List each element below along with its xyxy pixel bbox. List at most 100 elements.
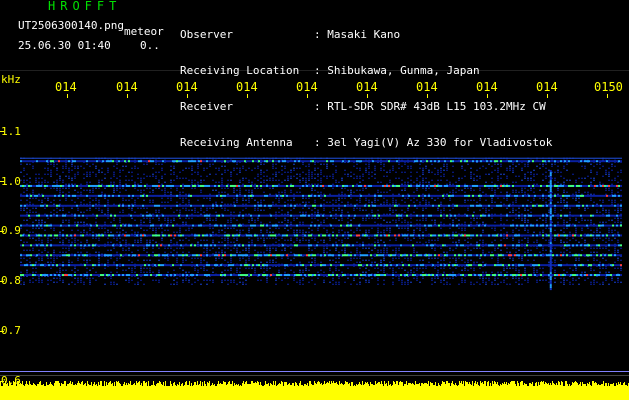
meteor-streak-segment xyxy=(549,214,552,217)
meteor-streak-segment xyxy=(549,216,552,219)
signal-band xyxy=(20,234,622,237)
info-value: : RTL-SDR SDR# 43dB L15 103.2MHz CW xyxy=(314,100,546,113)
meteor-streak-segment xyxy=(549,266,552,269)
x-tick-label: 014 xyxy=(176,80,198,94)
signal-band xyxy=(20,204,622,207)
meteor-streak-segment xyxy=(549,176,552,179)
signal-band xyxy=(20,274,622,277)
x-tick-label: 014 xyxy=(476,80,498,94)
x-tick-label: 014 xyxy=(536,80,558,94)
info-value: : Masaki Kano xyxy=(314,28,401,41)
meteor-streak-segment xyxy=(549,242,552,245)
info-label: Observer xyxy=(180,28,233,41)
meteor-streak-segment xyxy=(549,238,552,241)
baseline-line xyxy=(0,375,629,376)
info-row-antenna: Receiving Antenna : 3el Yagi(V) Az 330 fo… xyxy=(180,137,552,149)
meteor-streak-segment xyxy=(549,224,552,227)
info-label: Receiver xyxy=(180,100,233,113)
x-tick-mark xyxy=(67,94,68,98)
meteor-streak-segment xyxy=(549,278,552,281)
x-tick-mark xyxy=(607,94,608,98)
meteor-streak-segment xyxy=(549,210,552,213)
event-tag: meteor xyxy=(124,25,164,38)
meteor-streak-segment xyxy=(549,248,552,251)
y-tick-label: 0.9 xyxy=(1,224,21,237)
meteor-streak-segment xyxy=(549,252,552,255)
meteor-streak-segment xyxy=(549,260,552,263)
meteor-streak-segment xyxy=(549,172,552,175)
meteor-streak-segment xyxy=(549,220,552,223)
meteor-streak-segment xyxy=(549,206,552,209)
meteor-streak-segment xyxy=(549,170,552,173)
power-trace xyxy=(0,381,629,400)
baseline-line xyxy=(0,371,629,372)
meteor-streak-segment xyxy=(549,202,552,205)
meteor-streak-segment xyxy=(549,200,552,203)
signal-band xyxy=(20,254,622,257)
signal-band xyxy=(20,214,622,217)
meteor-streak-segment xyxy=(549,258,552,261)
event-count: 0.. xyxy=(140,39,160,52)
x-tick-label: 014 xyxy=(356,80,378,94)
meteor-streak-segment xyxy=(549,244,552,247)
y-tick-label: 0.7 xyxy=(1,324,21,337)
meteor-streak-segment xyxy=(549,232,552,235)
meteor-streak-segment xyxy=(549,218,552,221)
y-tick-label: 0.8 xyxy=(1,274,21,287)
signal-band xyxy=(20,264,622,267)
x-tick-label: 014 xyxy=(296,80,318,94)
x-tick-label: 0150 xyxy=(594,80,623,94)
x-tick-mark xyxy=(127,94,128,98)
x-tick-label: 014 xyxy=(116,80,138,94)
signal-band xyxy=(20,194,622,197)
meteor-streak-segment xyxy=(549,288,552,291)
meteor-streak-segment xyxy=(549,286,552,289)
meteor-streak-segment xyxy=(549,196,552,199)
signal-band xyxy=(20,224,622,227)
meteor-streak-segment xyxy=(549,264,552,267)
info-value: : 3el Yagi(V) Az 330 for Vladivostok xyxy=(314,136,553,149)
meteor-streak-segment xyxy=(549,204,552,207)
x-tick-label: 014 xyxy=(416,80,438,94)
info-row-receiver: Receiver : RTL-SDR SDR# 43dB L15 103.2MHz… xyxy=(180,101,552,113)
meteor-streak-segment xyxy=(549,194,552,197)
info-label: Receiving Antenna xyxy=(180,136,293,149)
y-axis-unit: kHz xyxy=(1,73,21,86)
meteor-streak-segment xyxy=(549,234,552,237)
meteor-streak-segment xyxy=(549,272,552,275)
info-label: Receiving Location xyxy=(180,64,300,77)
y-tick-label: 1.0 xyxy=(1,175,21,188)
meteor-streak-segment xyxy=(549,250,552,253)
meteor-streak-segment xyxy=(549,246,552,249)
meteor-streak-segment xyxy=(549,226,552,229)
meteor-streak-segment xyxy=(549,254,552,257)
meteor-streak-segment xyxy=(549,268,552,271)
meteor-streak-segment xyxy=(549,192,552,195)
info-value: : Shibukawa, Gunma, Japan xyxy=(314,64,480,77)
info-row-observer: Observer : Masaki Kano xyxy=(180,29,552,41)
meteor-streak-segment xyxy=(549,178,552,181)
meteor-streak-segment xyxy=(549,182,552,185)
meteor-streak-segment xyxy=(549,198,552,201)
meteor-streak-segment xyxy=(549,184,552,187)
x-tick-label: 014 xyxy=(236,80,258,94)
x-tick-label: 014 xyxy=(55,80,77,94)
datetime: 25.06.30 01:40 xyxy=(18,39,111,52)
meteor-streak-segment xyxy=(549,188,552,191)
filename: UT2506300140.png xyxy=(18,19,124,32)
meteor-streak-segment xyxy=(549,276,552,279)
meteor-streak-segment xyxy=(549,212,552,215)
meteor-streak-segment xyxy=(549,270,552,273)
meteor-streak-segment xyxy=(549,180,552,183)
signal-band xyxy=(20,244,622,247)
meteor-streak-segment xyxy=(549,256,552,259)
meteor-streak-segment xyxy=(549,284,552,287)
meteor-streak-segment xyxy=(549,208,552,211)
info-row-location: Receiving Location : Shibukawa, Gunma, Ja… xyxy=(180,65,552,77)
meteor-streak-segment xyxy=(549,222,552,225)
meteor-streak-segment xyxy=(549,228,552,231)
meteor-streak-segment xyxy=(549,190,552,193)
meteor-streak-segment xyxy=(549,240,552,243)
meteor-streak-segment xyxy=(549,274,552,277)
meteor-streak-segment xyxy=(549,186,552,189)
